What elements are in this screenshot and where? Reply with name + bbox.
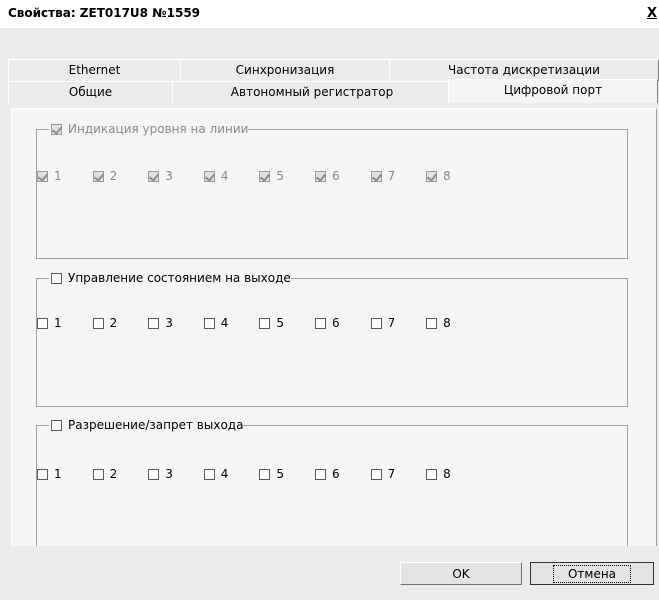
title-bar: Свойства: ZET017U8 №1559 X	[0, 0, 659, 28]
group-title: Управление состоянием на выходе	[68, 271, 291, 285]
enable-checkbox-1[interactable]: 1	[37, 467, 93, 481]
close-button[interactable]: X	[645, 6, 659, 22]
line-checkbox-5[interactable]: 5	[259, 169, 315, 183]
output-checkbox-6[interactable]: 6	[314, 316, 371, 330]
ok-button[interactable]: OK	[400, 562, 522, 585]
dialog-body: Ethernet Синхронизация Частота дискретиз…	[0, 28, 659, 600]
enable-checkbox-2[interactable]: 2	[92, 467, 149, 481]
cancel-button[interactable]: Отмена	[530, 562, 654, 585]
output-checkbox-7[interactable]: 7	[370, 316, 427, 330]
enable-checkbox-6[interactable]: 6	[314, 467, 371, 481]
enable-checkbox-5[interactable]: 5	[259, 467, 315, 481]
enable-checkbox-4[interactable]: 4	[203, 467, 260, 481]
tab-ethernet[interactable]: Ethernet	[8, 59, 181, 81]
tab-autonomous-recorder[interactable]: Автономный регистратор	[172, 81, 452, 103]
window-title: Свойства: ZET017U8 №1559	[8, 6, 201, 20]
line-checkbox-3[interactable]: 3	[148, 169, 204, 183]
checkbox-row: 1 2 3 4 5 6 7 8	[37, 316, 482, 330]
output-checkbox-1[interactable]: 1	[37, 316, 93, 330]
line-checkbox-8[interactable]: 8	[426, 169, 482, 183]
tab-sample-rate[interactable]: Частота дискретизации	[389, 59, 659, 81]
output-state-control-checkbox[interactable]	[51, 272, 62, 284]
group-output-state-control: Управление состоянием на выходе 1 2 3 4 …	[36, 270, 628, 407]
cancel-button-label: Отмена	[552, 565, 632, 583]
line-checkbox-4[interactable]: 4	[203, 169, 260, 183]
output-checkbox-2[interactable]: 2	[92, 316, 149, 330]
properties-dialog: Свойства: ZET017U8 №1559 X Ethernet Синх…	[0, 0, 659, 600]
group-title: Разрешение/запрет выхода	[68, 418, 244, 432]
output-checkbox-4[interactable]: 4	[203, 316, 260, 330]
line-checkbox-6[interactable]: 6	[314, 169, 371, 183]
output-checkbox-8[interactable]: 8	[426, 316, 482, 330]
group-header: Управление состоянием на выходе	[49, 270, 291, 286]
line-checkbox-1[interactable]: 1	[37, 169, 93, 183]
output-checkbox-5[interactable]: 5	[259, 316, 315, 330]
group-header: Индикация уровня на линии	[49, 121, 249, 137]
group-title: Индикация уровня на линии	[68, 122, 249, 136]
output-checkbox-3[interactable]: 3	[148, 316, 204, 330]
tab-digital-port[interactable]: Цифровой порт	[448, 79, 658, 103]
group-line-level-indication: Индикация уровня на линии 1 2 3 4 5 6 7 …	[36, 121, 628, 259]
line-checkbox-2[interactable]: 2	[92, 169, 149, 183]
output-enable-checkbox[interactable]	[51, 419, 62, 431]
enable-checkbox-7[interactable]: 7	[370, 467, 427, 481]
tab-general[interactable]: Общие	[8, 81, 173, 103]
tab-panel-digital-port: Индикация уровня на линии 1 2 3 4 5 6 7 …	[11, 108, 657, 576]
button-bar: OK Отмена	[0, 546, 659, 600]
tab-row-top: Ethernet Синхронизация Частота дискретиз…	[8, 59, 659, 81]
group-header: Разрешение/запрет выхода	[49, 417, 244, 433]
tab-sync[interactable]: Синхронизация	[180, 59, 390, 81]
enable-checkbox-3[interactable]: 3	[148, 467, 204, 481]
tab-row-bottom: Общие Автономный регистратор Цифровой по…	[8, 79, 658, 103]
line-level-indication-checkbox[interactable]	[51, 123, 62, 135]
enable-checkbox-8[interactable]: 8	[426, 467, 482, 481]
checkbox-row: 1 2 3 4 5 6 7 8	[37, 467, 482, 481]
checkbox-row: 1 2 3 4 5 6 7 8	[37, 169, 482, 183]
line-checkbox-7[interactable]: 7	[370, 169, 427, 183]
